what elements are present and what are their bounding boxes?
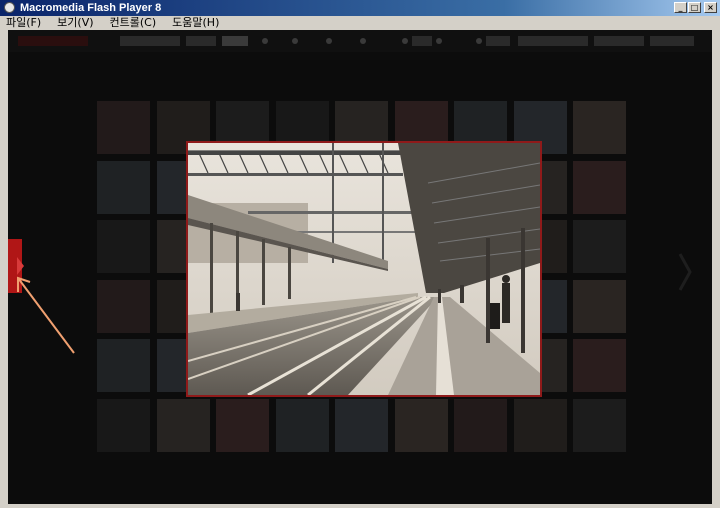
thumbnail-tile[interactable] [573, 220, 626, 273]
thumbnail-tile[interactable] [97, 280, 150, 333]
thumbnail-tile[interactable] [157, 399, 210, 452]
thumbnail-tile[interactable] [573, 399, 626, 452]
thumbnail-tile[interactable] [454, 399, 507, 452]
window-titlebar[interactable]: Macromedia Flash Player 8 _ □ × [0, 0, 720, 16]
chevron-right-icon[interactable] [678, 252, 692, 292]
thumbnail-tile[interactable] [97, 399, 150, 452]
toolbar-label [518, 36, 588, 46]
toolbar-field[interactable] [120, 36, 180, 46]
close-button[interactable]: × [704, 2, 717, 13]
menu-file[interactable]: 파일(F) [4, 16, 43, 30]
thumbnail-tile[interactable] [573, 280, 626, 333]
thumbnail-tile[interactable] [97, 101, 150, 154]
toolbar-label [486, 36, 510, 46]
toolbar-label [412, 36, 432, 46]
toolbar-button[interactable] [222, 36, 248, 46]
search-icon[interactable] [262, 38, 268, 44]
radio-option[interactable] [402, 38, 408, 44]
thumbnail-tile[interactable] [97, 161, 150, 214]
toolbar-label [650, 36, 694, 46]
maximize-button[interactable]: □ [688, 2, 701, 13]
annotation-arrow-icon [17, 276, 75, 354]
flash-stage[interactable] [8, 30, 712, 504]
menu-bar: 파일(F) 보기(V) 컨트롤(C) 도움말(H) [0, 16, 720, 30]
thumbnail-tile[interactable] [335, 399, 388, 452]
thumbnail-tile[interactable] [395, 399, 448, 452]
railway-platform-photo [188, 143, 540, 395]
minimize-button[interactable]: _ [674, 2, 687, 13]
window-controls: _ □ × [674, 2, 717, 13]
flash-player-app-icon[interactable] [4, 2, 15, 13]
thumbnail-tile[interactable] [216, 399, 269, 452]
radio-option[interactable] [292, 38, 298, 44]
toolbar-label [594, 36, 644, 46]
menu-help[interactable]: 도움말(H) [170, 16, 221, 30]
toolbar-field[interactable] [186, 36, 216, 46]
radio-option[interactable] [436, 38, 442, 44]
thumbnail-tile[interactable] [514, 399, 567, 452]
thumbnail-tile[interactable] [276, 399, 329, 452]
radio-option[interactable] [476, 38, 482, 44]
thumbnail-tile[interactable] [573, 101, 626, 154]
thumbnail-tile[interactable] [573, 339, 626, 392]
window-title: Macromedia Flash Player 8 [20, 2, 162, 14]
radio-option[interactable] [326, 38, 332, 44]
menu-control[interactable]: 컨트롤(C) [108, 16, 159, 30]
radio-option[interactable] [360, 38, 366, 44]
stage-toolbar [8, 30, 712, 52]
enlarged-photo[interactable] [186, 141, 542, 397]
menu-view[interactable]: 보기(V) [55, 16, 95, 30]
thumbnail-tile[interactable] [97, 339, 150, 392]
thumbnail-tile[interactable] [573, 161, 626, 214]
thumbnail-tile[interactable] [97, 220, 150, 273]
